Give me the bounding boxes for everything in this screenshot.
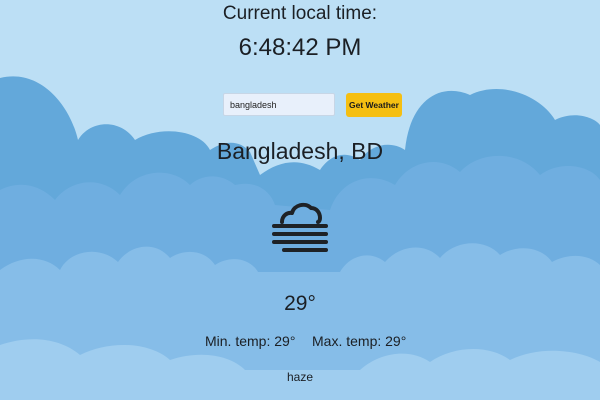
city-search-input[interactable]: [223, 93, 335, 116]
haze-icon: [272, 202, 328, 252]
max-temperature: Max. temp: 29°: [312, 333, 407, 349]
current-time: 6:48:42 PM: [238, 34, 362, 61]
current-temperature: 29°: [284, 292, 316, 315]
location-name: Bangladesh, BD: [216, 138, 384, 164]
time-label: Current local time:: [222, 3, 378, 24]
weather-description: haze: [286, 370, 314, 384]
min-temperature: Min. temp: 29°: [205, 333, 296, 349]
get-weather-button[interactable]: Get Weather: [346, 93, 402, 117]
